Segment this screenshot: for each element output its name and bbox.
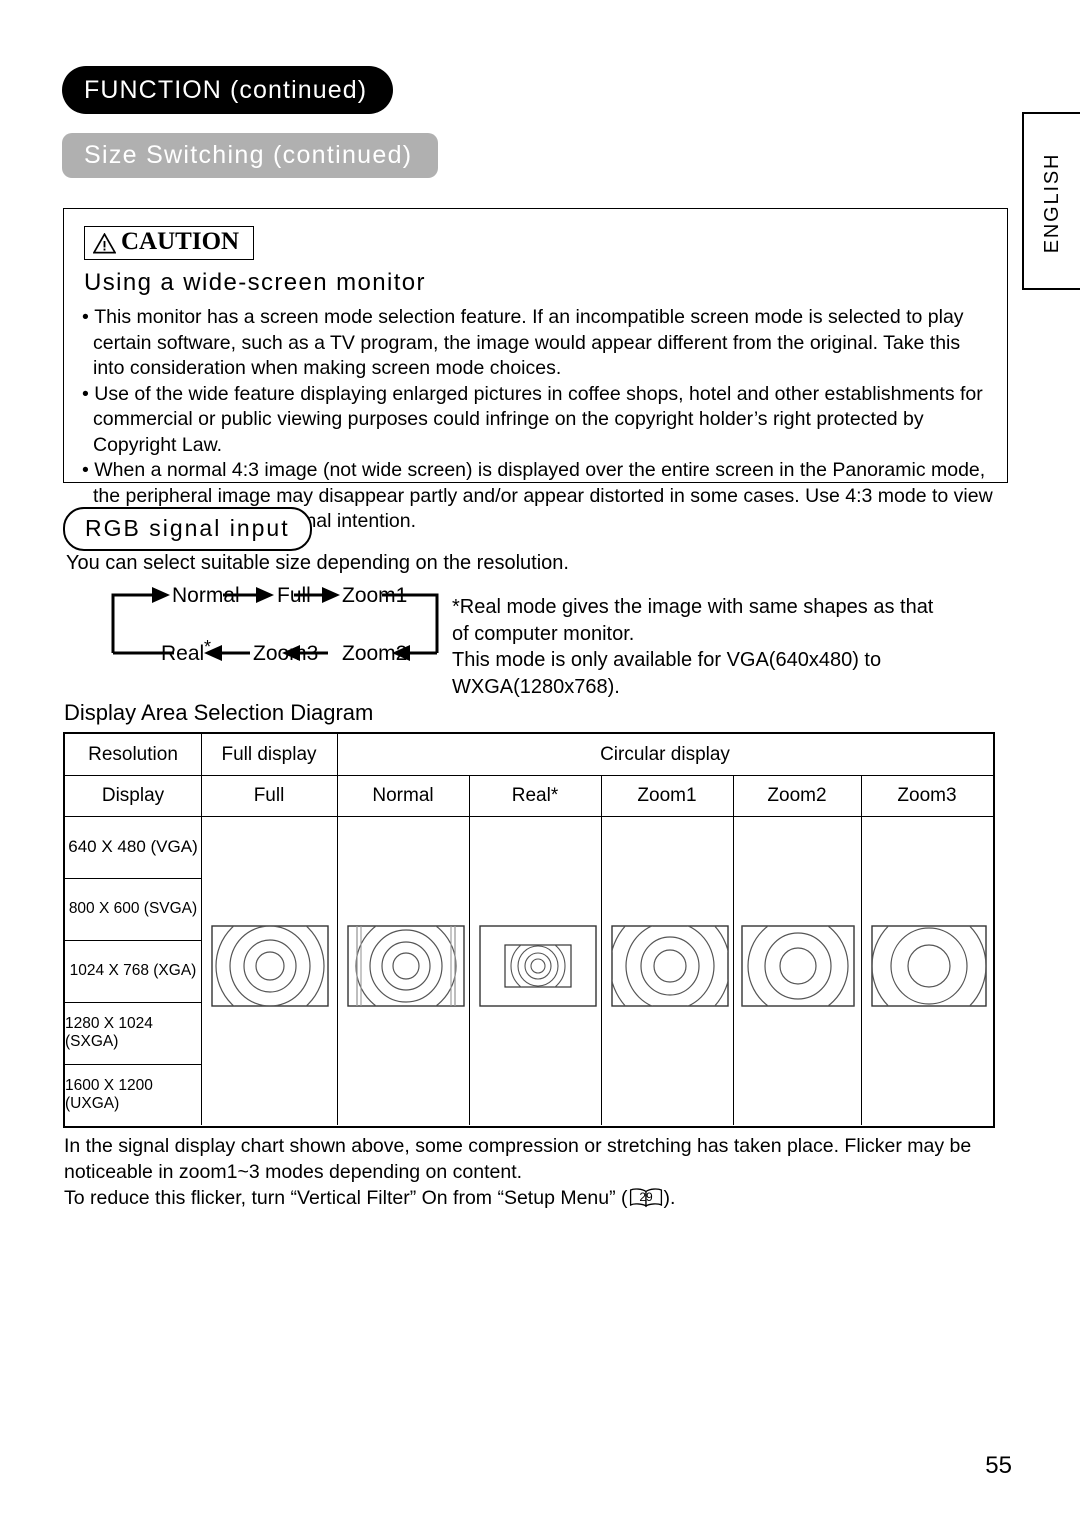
bottom-note: In the signal display chart shown above,…	[64, 1133, 1004, 1215]
table-row: 640 X 480 (VGA)	[65, 816, 201, 879]
flow-label-zoom3: Zoom3	[253, 642, 318, 661]
flow-label-zoom2: Zoom2	[342, 642, 407, 661]
bottom-note-line1: In the signal display chart shown above,…	[64, 1135, 972, 1183]
display-area-table-title: Display Area Selection Diagram	[64, 700, 374, 725]
bottom-note-line2-prefix: To reduce this flicker, turn “Vertical F…	[64, 1187, 628, 1209]
figure-real	[479, 922, 597, 1010]
table-vrule	[469, 775, 470, 1125]
open-book-icon: 29	[629, 1187, 663, 1215]
page-number: 55	[985, 1452, 1012, 1479]
table-header-circular-display: Circular display	[600, 743, 730, 765]
figure-full	[211, 922, 329, 1010]
flow-label-zoom1: Zoom1	[342, 584, 407, 607]
table-subheader-zoom3: Zoom3	[897, 784, 957, 806]
table-vrule	[601, 775, 602, 1125]
table-subheader-full: Full	[253, 784, 285, 806]
figure-zoom1	[611, 922, 729, 1010]
language-side-tab: ENGLISH	[1022, 112, 1080, 290]
bottom-note-line2-suffix: ).	[663, 1187, 676, 1209]
real-mode-note: *Real mode gives the image with same sha…	[452, 596, 934, 698]
figure-normal	[347, 922, 465, 1010]
rgb-signal-input-heading: RGB signal input	[63, 507, 312, 551]
flow-label-real: Real	[161, 642, 204, 661]
language-side-tab-label: ENGLISH	[1040, 152, 1063, 254]
figure-zoom2	[741, 922, 855, 1010]
caution-bullet-list: This monitor has a screen mode selection…	[82, 305, 995, 535]
table-header-resolution: Resolution	[88, 743, 178, 765]
bottom-note-line2: To reduce this flicker, turn “Vertical F…	[64, 1185, 1004, 1215]
table-subheader-zoom2: Zoom2	[767, 784, 827, 806]
table-subheader-display: Display	[101, 784, 165, 806]
table-row: 800 X 600 (SVGA)	[65, 878, 201, 941]
mode-cycle-flow-diagram: Normal Full Zoom1 Zoom2 Zoom3 Real *	[110, 583, 440, 665]
caution-bullet: This monitor has a screen mode selection…	[82, 305, 995, 382]
table-row: 1600 X 1200 (UXGA)	[65, 1076, 153, 1112]
rgb-signal-input-description: You can select suitable size depending o…	[66, 552, 569, 574]
caution-subtitle: Using a wide-screen monitor	[84, 269, 426, 296]
flow-label-normal: Normal	[172, 584, 240, 607]
table-subheader-normal: Normal	[372, 784, 434, 806]
display-area-selection-table: Resolution Full display Circular display…	[63, 732, 995, 1128]
table-row: 1024 X 768 (XGA)	[65, 940, 201, 1003]
caution-box: CAUTION Using a wide-screen monitor This…	[63, 208, 1008, 532]
table-subheader-real: Real*	[511, 784, 559, 806]
table-subheader-zoom1: Zoom1	[637, 784, 697, 806]
flow-label-full: Full	[277, 584, 311, 607]
caution-bullet: Use of the wide feature displaying enlar…	[82, 382, 995, 459]
caution-badge-label: CAUTION	[121, 228, 240, 255]
subsection-title-pill: Size Switching (continued)	[62, 133, 439, 178]
table-vrule	[733, 775, 734, 1125]
table-header-full-display: Full display	[221, 743, 317, 765]
open-book-page-ref: 29	[639, 1190, 653, 1204]
caution-badge: CAUTION	[84, 226, 255, 261]
figure-zoom3	[871, 922, 987, 1010]
table-row: 1280 X 1024 (SXGA)	[65, 1002, 201, 1065]
section-title-pill: FUNCTION (continued)	[62, 66, 394, 114]
table-vrule	[861, 775, 862, 1125]
flow-label-real-asterisk: *	[204, 637, 211, 657]
warning-triangle-icon	[92, 232, 117, 254]
table-hrule	[65, 816, 993, 817]
